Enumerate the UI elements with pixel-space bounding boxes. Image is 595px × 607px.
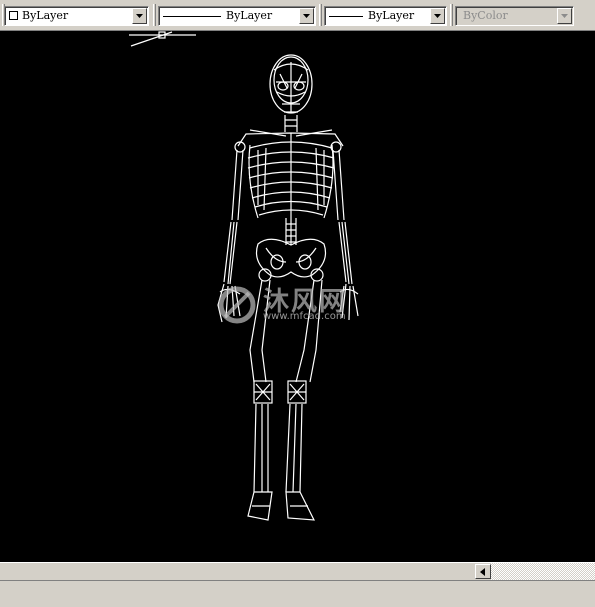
lineweight-combo[interactable]: ByLayer: [324, 6, 447, 26]
lineweight-sample-icon: [329, 16, 363, 17]
scrollbar-page-area[interactable]: [491, 563, 595, 580]
chevron-down-icon: [434, 14, 441, 18]
linetype-sample-icon: [163, 16, 221, 17]
linetype-value: ByLayer: [226, 9, 273, 22]
plotstyle-dropdown-button: [557, 8, 572, 24]
color-dropdown-button[interactable]: [132, 8, 147, 24]
rib-cage: [247, 133, 335, 245]
toolbar-separator: [153, 4, 156, 26]
cad-window: ByLayer ByLayer ByLayer ByColor 沐风网 www.…: [0, 0, 595, 607]
crosshair-cursor: [129, 31, 196, 47]
skull: [269, 54, 313, 114]
neck: [284, 115, 298, 132]
skeleton-drawing: [129, 31, 359, 521]
horizontal-scrollbar[interactable]: [0, 562, 595, 580]
pelvis: [255, 238, 327, 278]
lineweight-dropdown-button[interactable]: [430, 8, 445, 24]
color-value: ByLayer: [22, 9, 69, 22]
linetype-dropdown-button[interactable]: [299, 8, 314, 24]
scrollbar-track[interactable]: [0, 563, 475, 580]
arrow-left-icon: [480, 568, 485, 576]
drawing-viewport[interactable]: 沐风网 www.mfcad.com: [0, 31, 595, 562]
linetype-combo[interactable]: ByLayer: [158, 6, 316, 26]
right-leg: [285, 268, 324, 521]
toolbar-separator: [450, 4, 453, 26]
chevron-down-icon: [561, 14, 568, 18]
right-arm: [330, 141, 359, 321]
color-swatch-icon: [9, 11, 18, 20]
color-combo[interactable]: ByLayer: [4, 6, 149, 26]
properties-toolbar: ByLayer ByLayer ByLayer ByColor: [0, 0, 595, 31]
plotstyle-value: ByColor: [463, 9, 508, 22]
chevron-down-icon: [303, 14, 310, 18]
lineweight-value: ByLayer: [368, 9, 415, 22]
left-arm: [217, 141, 246, 323]
scroll-left-button[interactable]: [475, 564, 491, 579]
plotstyle-combo: ByColor: [455, 6, 574, 26]
left-leg: [247, 268, 273, 521]
status-strip: [0, 580, 595, 607]
chevron-down-icon: [136, 14, 143, 18]
toolbar-separator: [319, 4, 322, 26]
